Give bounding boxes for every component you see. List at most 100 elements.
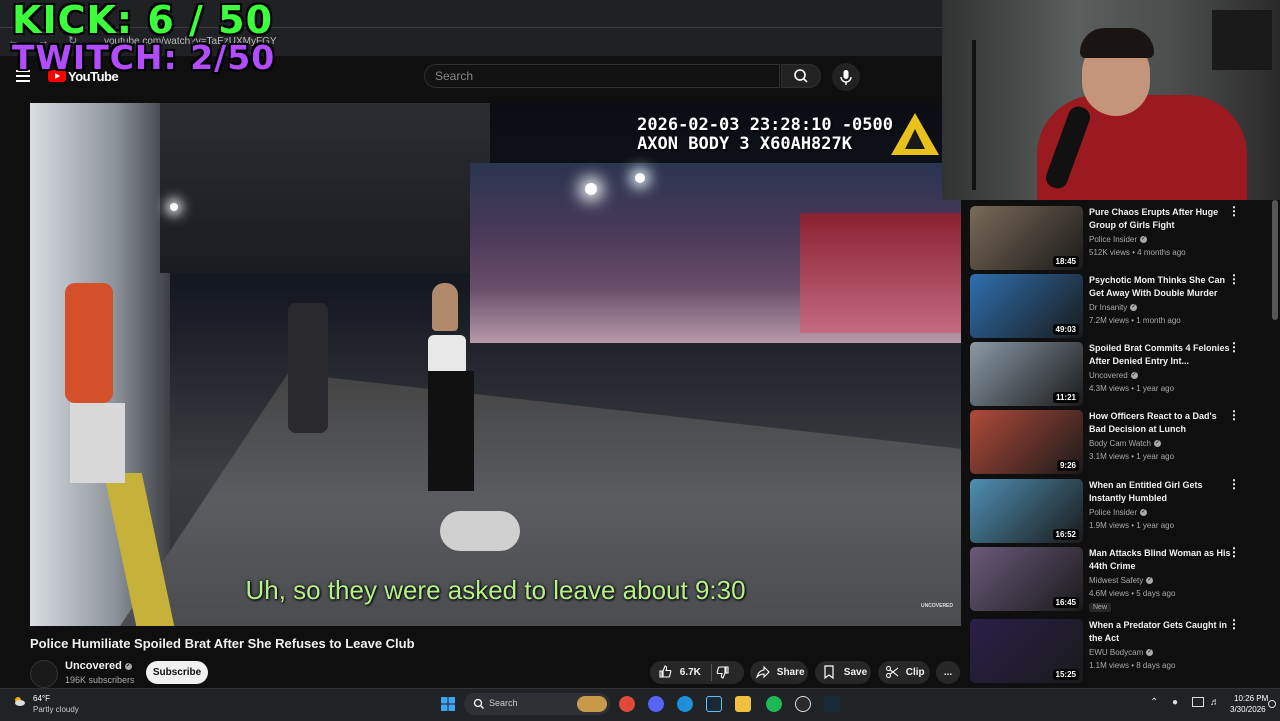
clock-time[interactable]: 10:26 PM bbox=[1234, 694, 1268, 703]
twitch-counter: TWITCH: 2/50 bbox=[12, 38, 276, 77]
recommendation-title[interactable]: Pure Chaos Erupts After Huge Group of Gi… bbox=[1089, 206, 1235, 232]
dislike-button[interactable] bbox=[716, 661, 730, 684]
chrome-icon[interactable] bbox=[619, 696, 635, 712]
video-duration: 15:25 bbox=[1052, 669, 1079, 680]
recommendation-channel[interactable]: Police Insider ✓ bbox=[1089, 508, 1148, 517]
recommendation-thumbnail[interactable]: 16:45 bbox=[970, 547, 1083, 611]
recommendation-channel-name[interactable]: Midwest Safety bbox=[1089, 576, 1143, 585]
like-dislike-group: 6.7K bbox=[650, 661, 744, 684]
like-button[interactable]: 6.7K bbox=[658, 661, 701, 684]
search-highlight-icon bbox=[577, 696, 607, 712]
recommendation-channel[interactable]: Body Cam Watch ✓ bbox=[1089, 439, 1161, 448]
recommendation-card[interactable]: 11:21 Spoiled Brat Commits 4 Felonies Aft… bbox=[970, 341, 1270, 406]
more-options-icon[interactable]: ⋮ bbox=[1228, 205, 1240, 217]
recommendation-channel-name[interactable]: Police Insider bbox=[1089, 235, 1137, 244]
scene-bag bbox=[440, 511, 520, 551]
recommendation-channel[interactable]: Police Insider ✓ bbox=[1089, 235, 1148, 244]
more-options-icon[interactable]: ⋮ bbox=[1228, 478, 1240, 490]
recommendation-meta: 3.1M views • 1 year ago bbox=[1089, 452, 1175, 461]
recommendation-card[interactable]: 49:03 Psychotic Mom Thinks She Can Get Aw… bbox=[970, 273, 1270, 338]
recommendation-meta: 7.2M views • 1 month ago bbox=[1089, 316, 1181, 325]
recommendation-channel-name[interactable]: Uncovered bbox=[1089, 371, 1128, 380]
recommendation-title[interactable]: How Officers React to a Dad's Bad Decisi… bbox=[1089, 410, 1235, 436]
recommendation-channel-name[interactable]: Body Cam Watch bbox=[1089, 439, 1151, 448]
verified-icon: ✓ bbox=[1146, 577, 1154, 585]
weather-temp[interactable]: 64°F bbox=[33, 694, 50, 703]
scene-light bbox=[635, 173, 645, 183]
more-options-icon[interactable]: ⋮ bbox=[1228, 546, 1240, 558]
recommendation-thumbnail[interactable]: 9:26 bbox=[970, 410, 1083, 474]
video-player[interactable]: 2026-02-03 23:28:10 -0500 AXON BODY 3 X6… bbox=[30, 103, 961, 626]
clock-date[interactable]: 3/30/2026 bbox=[1230, 705, 1266, 714]
steam-icon-2[interactable] bbox=[824, 696, 840, 712]
share-button[interactable]: Share bbox=[750, 661, 808, 684]
discord-icon[interactable] bbox=[648, 696, 664, 712]
verified-icon: ✓ bbox=[1140, 236, 1148, 244]
weather-condition[interactable]: Partly cloudy bbox=[33, 705, 79, 714]
recommendation-card[interactable]: 16:52 When an Entitled Girl Gets Instantl… bbox=[970, 478, 1270, 543]
microphone-icon bbox=[840, 70, 852, 85]
more-options-icon[interactable]: ⋮ bbox=[1228, 273, 1240, 285]
recommendation-card[interactable]: 18:45 Pure Chaos Erupts After Huge Group … bbox=[970, 205, 1270, 270]
video-duration: 9:26 bbox=[1056, 460, 1079, 471]
weather-icon[interactable] bbox=[12, 694, 26, 708]
recommendation-thumbnail[interactable]: 11:21 bbox=[970, 342, 1083, 406]
scene-woman-top bbox=[428, 335, 466, 375]
recommendation-thumbnail[interactable]: 15:25 bbox=[970, 619, 1083, 683]
recommendation-channel[interactable]: EWU Bodycam ✓ bbox=[1089, 648, 1154, 657]
recommendation-channel[interactable]: Dr Insanity ✓ bbox=[1089, 303, 1138, 312]
windows-start-icon[interactable] bbox=[441, 697, 455, 711]
channel-name-text[interactable]: Uncovered bbox=[65, 660, 122, 672]
subscribe-button[interactable]: Subscribe bbox=[146, 661, 208, 684]
scene-awning bbox=[160, 103, 490, 273]
steam-icon[interactable] bbox=[706, 696, 722, 712]
clip-button[interactable]: Clip bbox=[878, 661, 930, 684]
recommendation-title[interactable]: Psychotic Mom Thinks She Can Get Away Wi… bbox=[1089, 274, 1235, 300]
verified-icon: ✓ bbox=[1130, 304, 1138, 312]
recommendation-channel[interactable]: Uncovered ✓ bbox=[1089, 371, 1138, 380]
bodycam-timestamp: 2026-02-03 23:28:10 -0500 bbox=[637, 115, 893, 135]
search-input[interactable]: Search bbox=[424, 64, 780, 88]
more-options-icon[interactable]: ⋮ bbox=[1228, 618, 1240, 630]
video-title: Police Humiliate Spoiled Brat After She … bbox=[30, 636, 415, 651]
more-options-icon[interactable]: ⋮ bbox=[1228, 409, 1240, 421]
recommendation-thumbnail[interactable]: 16:52 bbox=[970, 479, 1083, 543]
voice-search-button[interactable] bbox=[832, 63, 860, 91]
recommendation-card[interactable]: 9:26 How Officers React to a Dad's Bad De… bbox=[970, 409, 1270, 474]
recommendation-meta: 4.3M views • 1 year ago bbox=[1089, 384, 1175, 393]
recommendation-card[interactable]: 15:25 When a Predator Gets Caught in the … bbox=[970, 618, 1270, 683]
taskbar-search[interactable]: Search bbox=[464, 693, 610, 715]
recommendation-title[interactable]: When an Entitled Girl Gets Instantly Hum… bbox=[1089, 479, 1235, 505]
recommendations-scrollbar[interactable] bbox=[1272, 200, 1278, 320]
taskbar-search-label: Search bbox=[489, 698, 518, 708]
microphone-tray-icon[interactable]: ● bbox=[1172, 697, 1178, 708]
recommendation-thumbnail[interactable]: 18:45 bbox=[970, 206, 1083, 270]
channel-name[interactable]: Uncovered ✓ bbox=[65, 660, 132, 672]
recommendation-channel[interactable]: Midwest Safety ✓ bbox=[1089, 576, 1154, 585]
save-button[interactable]: Save bbox=[815, 661, 871, 684]
recommendation-title[interactable]: When a Predator Gets Caught in the Act bbox=[1089, 619, 1235, 645]
edge-icon[interactable] bbox=[677, 696, 693, 712]
recommendation-channel-name[interactable]: EWU Bodycam bbox=[1089, 648, 1143, 657]
recommendation-channel-name[interactable]: Police Insider bbox=[1089, 508, 1137, 517]
channel-avatar[interactable] bbox=[30, 660, 58, 688]
recommendation-title[interactable]: Man Attacks Blind Woman as His 44th Crim… bbox=[1089, 547, 1235, 573]
more-actions-button[interactable]: ... bbox=[936, 661, 960, 684]
recommendation-channel-name[interactable]: Dr Insanity bbox=[1089, 303, 1127, 312]
obs-icon[interactable] bbox=[795, 696, 811, 712]
recommendation-title[interactable]: Spoiled Brat Commits 4 Felonies After De… bbox=[1089, 342, 1235, 368]
verified-icon: ✓ bbox=[1140, 509, 1148, 517]
display-tray-icon[interactable] bbox=[1192, 697, 1204, 707]
webcam-light-shelf bbox=[1212, 10, 1272, 70]
recommendation-card[interactable]: 16:45 Man Attacks Blind Woman as His 44th… bbox=[970, 546, 1270, 612]
recommendation-thumbnail[interactable]: 49:03 bbox=[970, 274, 1083, 338]
verified-icon: ✓ bbox=[1130, 372, 1138, 380]
video-duration: 16:52 bbox=[1052, 529, 1079, 540]
search-button[interactable] bbox=[781, 64, 821, 88]
tray-chevron-icon[interactable]: ⌃ bbox=[1150, 697, 1158, 708]
more-options-icon[interactable]: ⋮ bbox=[1228, 341, 1240, 353]
file-explorer-icon[interactable] bbox=[735, 696, 751, 712]
spotify-icon[interactable] bbox=[766, 696, 782, 712]
notification-bell-icon[interactable] bbox=[1268, 700, 1276, 708]
volume-icon[interactable]: ♬ bbox=[1210, 697, 1220, 708]
